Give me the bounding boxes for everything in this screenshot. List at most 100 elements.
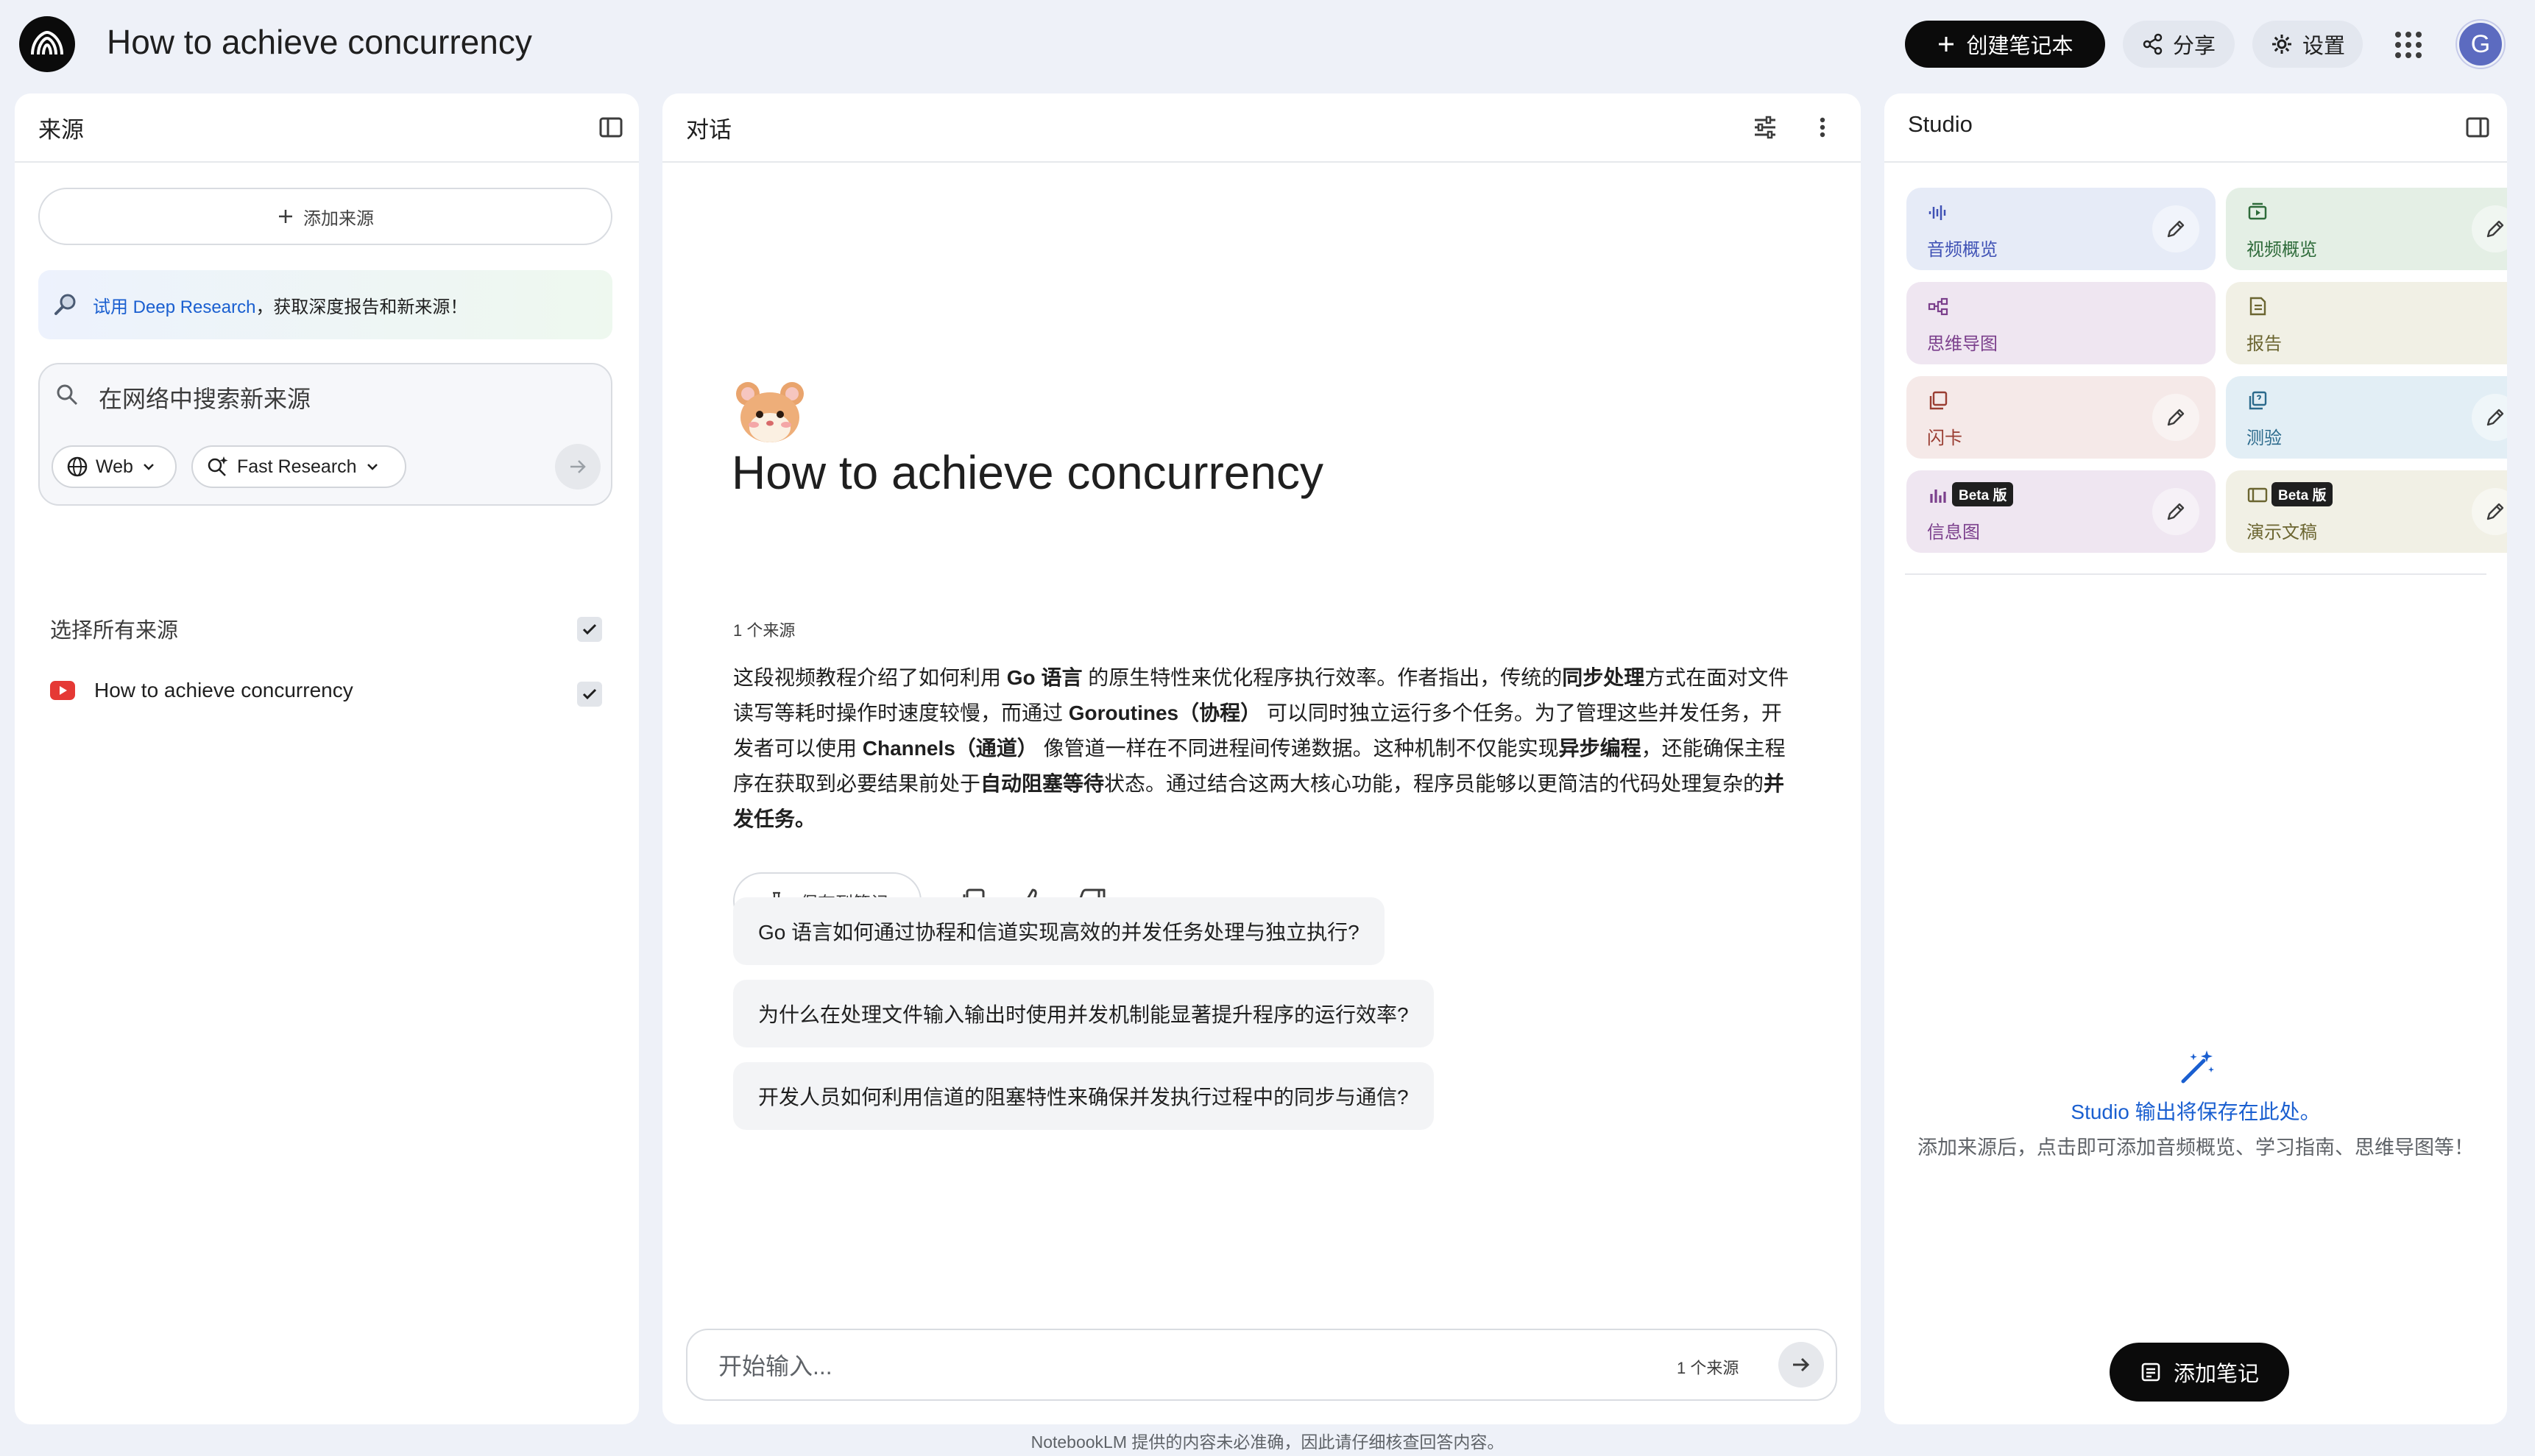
add-source-button[interactable]: 添加来源 (38, 188, 612, 245)
arrow-right-icon (1793, 1357, 1810, 1372)
select-all-label: 选择所有来源 (50, 619, 179, 643)
web-source-dropdown[interactable]: Web (52, 445, 177, 488)
apps-grid-icon[interactable] (2394, 31, 2422, 59)
summary-text: 像管道一样在不同进程间传递数据。这种机制不仅能实现 (1037, 737, 1559, 760)
search-submit-button[interactable] (555, 444, 601, 490)
edit-pencil-button[interactable] (2152, 488, 2199, 535)
create-notebook-label: 创建笔记本 (1966, 35, 2073, 58)
add-note-button[interactable]: 添加笔记 (2110, 1343, 2289, 1402)
source-item-checkbox[interactable] (577, 682, 602, 707)
suggested-question[interactable]: Go 语言如何通过协程和信道实现高效的并发任务处理与独立执行? (733, 897, 1385, 965)
share-icon (2143, 33, 2163, 55)
studio-tile-slides[interactable]: Beta 版演示文稿 (2226, 470, 2507, 553)
edit-pencil-button[interactable] (2152, 205, 2199, 252)
studio-tile-video-overview[interactable]: 视频概览 (2226, 188, 2507, 270)
studio-divider (1905, 573, 2486, 575)
studio-tile-mind-map[interactable]: 思维导图 (1906, 282, 2216, 364)
summary-keyword: 自动阻塞等待 (980, 772, 1105, 795)
pencil-icon (2167, 503, 2185, 520)
input-source-count: 1 个来源 (1677, 1359, 1739, 1377)
collapse-panel-icon[interactable] (2463, 113, 2492, 142)
studio-tile-label: 视频概览 (2246, 240, 2317, 260)
search-sparkle-icon (208, 456, 228, 476)
checkmark-icon (582, 688, 597, 700)
edit-pencil-button[interactable] (2472, 488, 2507, 535)
studio-tile-quiz[interactable]: 测验 (2226, 376, 2507, 459)
flashcards-icon (1929, 391, 1948, 410)
select-all-checkbox[interactable] (577, 617, 602, 642)
web-search-box: Web Fast Research (38, 363, 612, 506)
studio-title: Studio (1908, 111, 1973, 137)
tune-settings-icon[interactable] (1750, 113, 1780, 142)
settings-label: 设置 (2302, 35, 2345, 58)
top-bar: How to achieve concurrency 创建笔记本 分享 设置 G (0, 0, 2535, 90)
notebook-heading: How to achieve concurrency (732, 446, 1323, 499)
research-mode-dropdown[interactable]: Fast Research (191, 445, 406, 488)
chevron-down-icon (144, 464, 154, 470)
deep-research-banner: 试用 Deep Research ，获取深度报告和新来源！ (38, 270, 612, 339)
notebooklm-logo-icon[interactable] (19, 16, 75, 72)
mind-map-icon (1928, 297, 1948, 316)
audio-overview-icon (1928, 205, 1946, 220)
quiz-icon (2249, 391, 2267, 410)
deep-research-link[interactable]: 试用 Deep Research (93, 292, 255, 318)
share-button[interactable]: 分享 (2123, 21, 2235, 68)
sources-title: 来源 (38, 117, 84, 143)
edit-pencil-button[interactable] (2472, 205, 2507, 252)
chat-header: 对话 (662, 93, 1861, 163)
chat-input-container: 1 个来源 (686, 1329, 1837, 1401)
more-vert-icon[interactable] (1808, 113, 1837, 142)
source-item-label: How to achieve concurrency (94, 679, 353, 702)
add-note-label: 添加笔记 (2173, 1363, 2259, 1386)
pencil-icon (2486, 409, 2504, 426)
sources-panel: 来源 添加来源 试用 Deep Research ，获取深度报告和新来源！ We… (15, 93, 639, 1424)
notebook-summary: 这段视频教程介绍了如何利用 Go 语言 的原生特性来优化程序执行效率。作者指出，… (733, 660, 1793, 837)
suggested-question[interactable]: 开发人员如何利用信道的阻塞特性来确保并发执行过程中的同步与通信? (733, 1062, 1434, 1130)
chevron-down-icon (367, 464, 378, 470)
studio-tile-flashcards[interactable]: 闪卡 (1906, 376, 2216, 459)
share-label: 分享 (2172, 35, 2216, 58)
pencil-icon (2167, 409, 2185, 426)
source-item[interactable]: How to achieve concurrency (50, 679, 353, 702)
globe-icon (67, 456, 88, 477)
web-search-input[interactable] (97, 381, 571, 417)
create-notebook-button[interactable]: 创建笔记本 (1905, 21, 2105, 68)
search-icon (57, 384, 78, 406)
checkmark-icon (582, 623, 597, 635)
add-source-label: 添加来源 (303, 208, 374, 229)
arrow-right-icon (570, 460, 586, 473)
chat-input[interactable] (717, 1348, 1530, 1385)
edit-pencil-button[interactable] (2472, 394, 2507, 441)
sources-header: 来源 (15, 93, 639, 163)
report-icon (2249, 297, 2266, 316)
settings-button[interactable]: 设置 (2252, 21, 2363, 68)
suggested-question[interactable]: 为什么在处理文件输入输出时使用并发机制能显著提升程序的运行效率? (733, 980, 1434, 1047)
pencil-icon (2486, 220, 2504, 238)
edit-pencil-button[interactable] (2152, 394, 2199, 441)
gear-icon (2271, 35, 2291, 54)
studio-tile-label: 演示文稿 (2246, 523, 2317, 543)
chat-panel: 对话 How to achieve concurrency 1 个来源 这段视频… (662, 93, 1861, 1424)
summary-keyword: Channels（通道） (862, 737, 1038, 760)
studio-tile-label: 测验 (2246, 428, 2282, 448)
summary-keyword: 同步处理 (1562, 666, 1645, 689)
beta-badge: Beta 版 (2271, 482, 2333, 506)
notebook-title[interactable]: How to achieve concurrency (107, 22, 532, 62)
chat-source-count: 1 个来源 (733, 621, 796, 640)
studio-tile-report[interactable]: 报告 (2226, 282, 2507, 364)
studio-tile-audio-overview[interactable]: 音频概览 (1906, 188, 2216, 270)
collapse-panel-icon[interactable] (596, 113, 626, 142)
studio-tile-label: 思维导图 (1927, 334, 1998, 354)
send-button[interactable] (1778, 1342, 1824, 1388)
beta-badge: Beta 版 (1952, 482, 2014, 506)
summary-keyword: 异步编程 (1558, 737, 1641, 760)
disclaimer-footer: NotebookLM 提供的内容未必准确，因此请仔细核查回答内容。 (1030, 1432, 1505, 1452)
studio-tile-infographic[interactable]: Beta 版信息图 (1906, 470, 2216, 553)
slides-icon (2247, 487, 2268, 503)
account-avatar[interactable]: G (2457, 21, 2504, 68)
studio-panel: Studio 音频概览 视频概览 思维导图 报告 闪卡 测验 Beta 版信息图 Beta 版… (1884, 93, 2507, 1424)
studio-empty-title: Studio 输出将保存在此处。 (2071, 1100, 2321, 1123)
notebook-emoji-icon (736, 382, 804, 442)
studio-header: Studio (1884, 93, 2507, 163)
magic-wand-icon (2181, 1050, 2214, 1084)
